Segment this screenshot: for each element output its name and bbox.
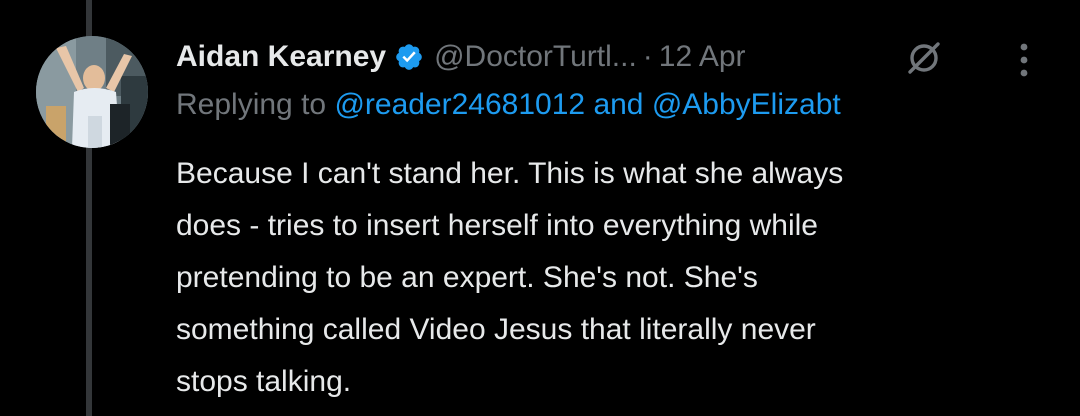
mention-conjunction[interactable]: and (593, 88, 643, 121)
mention-link-abby[interactable]: @AbbyElizabt (652, 88, 841, 121)
tweet-text-line: Because I can't stand her. This is what … (176, 157, 844, 190)
avatar-photo (36, 36, 148, 148)
tweet-text-line: stops talking. (176, 365, 352, 398)
author-handle[interactable]: @DoctorTurtl... (434, 40, 637, 74)
tweet-text-line: pretending to be an expert. She's not. S… (176, 261, 758, 294)
verified-badge-icon (394, 42, 424, 72)
replying-to-label: Replying to (176, 88, 327, 121)
tweet-text-line: something called Video Jesus that litera… (176, 313, 816, 346)
tweet-header: Aidan Kearney @DoctorTurtl... · 12 Apr (176, 34, 746, 80)
mention-link-reader[interactable]: @reader24681012 (334, 88, 585, 121)
tweet-text: Because I can't stand her. This is what … (176, 148, 1056, 408)
replying-to-line: Replying to @reader24681012 and @AbbyEli… (176, 88, 841, 122)
avatar[interactable] (36, 36, 148, 148)
separator-dot: · (642, 40, 653, 73)
more-vertical-icon[interactable] (1004, 38, 1044, 82)
tweet-text-line: does - tries to insert herself into ever… (176, 209, 818, 242)
tweet-timestamp[interactable]: 12 Apr (659, 40, 746, 74)
grok-icon[interactable] (902, 36, 946, 80)
author-display-name[interactable]: Aidan Kearney (176, 40, 386, 74)
